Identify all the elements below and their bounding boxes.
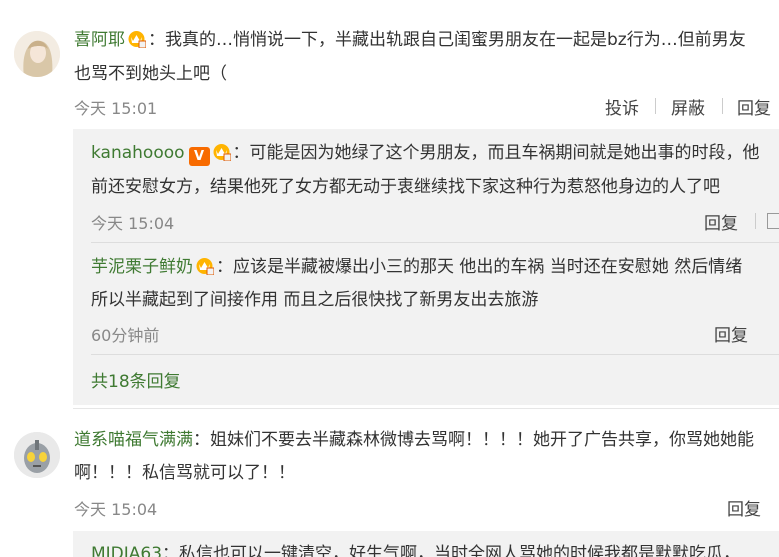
reply-text-line2: 所以半藏起到了间接作用 而且之后很快找了新男友出去旅游 <box>91 290 539 310</box>
reply-button[interactable]: 回复 <box>704 209 738 234</box>
username[interactable]: 道系喵福气满满 <box>74 430 193 450</box>
comment-body: ：我真的…悄悄说一下，半藏出轨跟自己闺蜜男朋友在一起是bz行为…但前男友 <box>148 30 746 50</box>
divider <box>755 213 756 229</box>
username[interactable]: 喜阿耶 <box>74 30 125 50</box>
reply-text-line1: 芋泥栗子鲜奶 ：应该是半藏被爆出小三的那天 他出的车祸 当时还在安慰她 然后情绪 <box>91 252 742 282</box>
avatar-user-xiaye[interactable] <box>14 31 60 77</box>
comment-1: 喜阿耶 ：我真的…悄悄说一下，半藏出轨跟自己闺蜜男朋友在一起是bz行为…但前男友 … <box>0 0 779 405</box>
vip-crown-badge-icon <box>127 28 147 49</box>
comment-text-line1: 道系喵福气满满：姐妹们不要去半藏森林微博去骂啊！！！！她开了广告共享，你骂她她能 <box>74 425 754 455</box>
report-button[interactable]: 投诉 <box>605 94 639 119</box>
like-icon[interactable] <box>767 213 779 229</box>
reply-body: ：应该是半藏被爆出小三的那天 他出的车祸 当时还在安慰她 然后情绪 <box>216 257 743 277</box>
comment-2: 道系喵福气满满：姐妹们不要去半藏森林微博去骂啊！！！！她开了广告共享，你骂她她能… <box>0 409 779 557</box>
comment-body: ：姐妹们不要去半藏森林微博去骂啊！！！！她开了广告共享，你骂她她能 <box>193 430 754 450</box>
vip-crown-badge-icon <box>195 255 215 276</box>
comment-time: 今天 15:04 <box>74 500 158 519</box>
username[interactable]: kanahoooo <box>91 143 185 163</box>
reply-text-line2: 前还安慰女方，结果他死了女方都无动于衷继续找下家这种行为惹怒他身边的人了吧 <box>91 177 720 197</box>
reply-button[interactable]: 回复 <box>727 495 761 520</box>
reply-time: 60分钟前 <box>91 326 160 345</box>
reply-button[interactable]: 回复 <box>714 321 748 346</box>
divider <box>722 98 723 114</box>
reply-text-line1: kanahoooo V ：可能是因为她绿了这个男朋友，而且车祸期间就是她出事的时段，… <box>91 138 760 168</box>
reply-thread: MIDIA63：私信也可以一键清空，好生气啊，当时全网人骂她的时候我都是默默吃瓜… <box>73 531 779 557</box>
avatar-user-daoximiao[interactable] <box>14 432 60 478</box>
reply-body: ：私信也可以一键清空，好生气啊，当时全网人骂她的时候我都是默默吃瓜， <box>162 544 741 557</box>
block-button[interactable]: 屏蔽 <box>671 94 705 119</box>
reply-divider <box>91 242 779 243</box>
avatar-girl-icon <box>14 31 60 77</box>
comment-text-line1: 喜阿耶 ：我真的…悄悄说一下，半藏出轨跟自己闺蜜男朋友在一起是bz行为…但前男友 <box>74 25 746 55</box>
reply-text-line1: MIDIA63：私信也可以一键清空，好生气啊，当时全网人骂她的时候我都是默默吃瓜… <box>91 539 740 557</box>
username[interactable]: MIDIA63 <box>91 544 162 557</box>
username[interactable]: 芋泥栗子鲜奶 <box>91 257 193 277</box>
vip-crown-badge-icon <box>212 141 232 162</box>
reply-body: ：可能是因为她绿了这个男朋友，而且车祸期间就是她出事的时段，他 <box>232 143 760 163</box>
comment-text-line2: 啊！！！私信骂就可以了！！ <box>74 463 295 483</box>
reply-button[interactable]: 回复 <box>737 94 771 119</box>
reply-time: 今天 15:04 <box>91 214 175 233</box>
avatar-ultraman-icon <box>14 432 60 478</box>
reply-divider <box>91 354 779 355</box>
divider <box>655 98 656 114</box>
reply-thread: kanahoooo V ：可能是因为她绿了这个男朋友，而且车祸期间就是她出事的时段，… <box>73 129 779 405</box>
view-all-replies-link[interactable]: 共18条回复 <box>91 367 181 397</box>
v-verified-badge-icon: V <box>188 147 210 166</box>
comment-time: 今天 15:01 <box>74 99 158 118</box>
comment-text-line2: 也骂不到她头上吧（ <box>74 64 227 84</box>
